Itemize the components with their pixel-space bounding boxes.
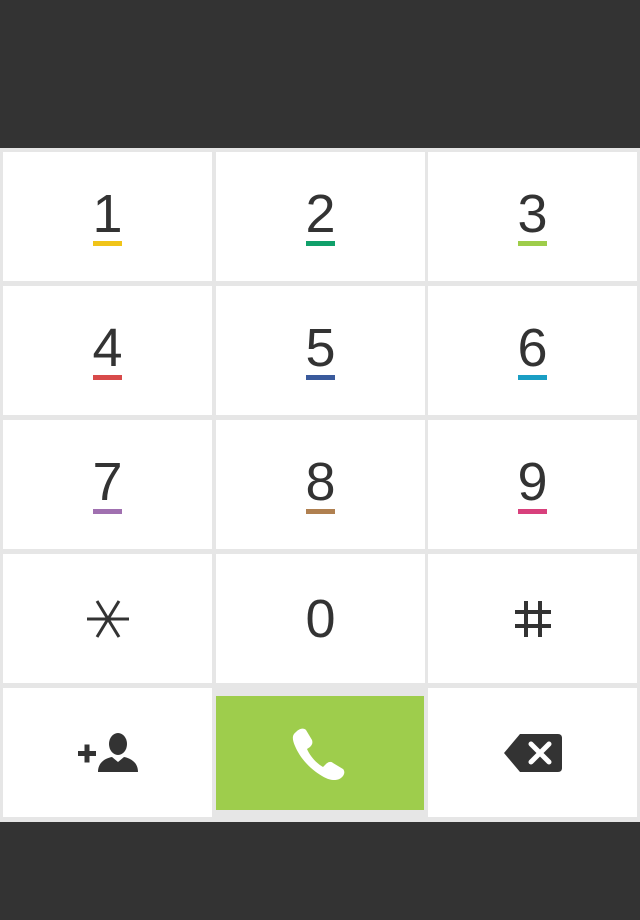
key-0-digit: 0 <box>305 588 336 649</box>
key-0[interactable]: 0 <box>216 554 425 683</box>
key-4-underline <box>92 375 122 380</box>
key-9-digit: 9 <box>517 452 548 512</box>
key-6-underline <box>517 375 547 380</box>
key-2-underline <box>305 241 335 246</box>
key-3-digit: 3 <box>517 184 548 244</box>
key-7[interactable]: 7 <box>3 420 212 549</box>
backspace-button[interactable] <box>428 688 637 817</box>
key-4-digit: 4 <box>92 318 123 378</box>
hash-icon <box>514 600 551 637</box>
add-contact-button[interactable] <box>3 688 212 817</box>
key-3[interactable]: 3 <box>428 152 637 281</box>
dialpad: 1 2 3 4 5 6 7 8 9 0 <box>0 148 640 822</box>
key-9-underline <box>517 509 547 514</box>
top-bar <box>0 0 640 148</box>
key-5-digit: 5 <box>305 318 336 378</box>
key-star[interactable]: * <box>3 554 212 683</box>
key-8-underline <box>305 509 335 514</box>
call-button[interactable] <box>216 696 424 810</box>
key-2-digit: 2 <box>305 184 336 244</box>
key-5-underline <box>305 375 335 380</box>
add-contact-icon <box>77 732 138 772</box>
asterisk-icon <box>86 599 129 638</box>
bottom-bar <box>0 822 640 920</box>
key-3-underline <box>517 241 547 246</box>
key-8[interactable]: 8 <box>216 420 425 549</box>
key-2[interactable]: 2 <box>216 152 425 281</box>
key-6-digit: 6 <box>517 318 548 378</box>
key-5[interactable]: 5 <box>216 286 425 415</box>
key-9[interactable]: 9 <box>428 420 637 549</box>
key-hash[interactable]: # <box>428 554 637 683</box>
phone-icon <box>292 728 345 780</box>
key-8-digit: 8 <box>305 452 336 512</box>
key-1-digit: 1 <box>92 184 123 244</box>
key-1[interactable]: 1 <box>3 152 212 281</box>
key-4[interactable]: 4 <box>3 286 212 415</box>
backspace-icon <box>503 733 562 772</box>
key-7-underline <box>92 509 122 514</box>
key-7-digit: 7 <box>92 452 123 512</box>
key-1-underline <box>92 241 122 246</box>
key-6[interactable]: 6 <box>428 286 637 415</box>
